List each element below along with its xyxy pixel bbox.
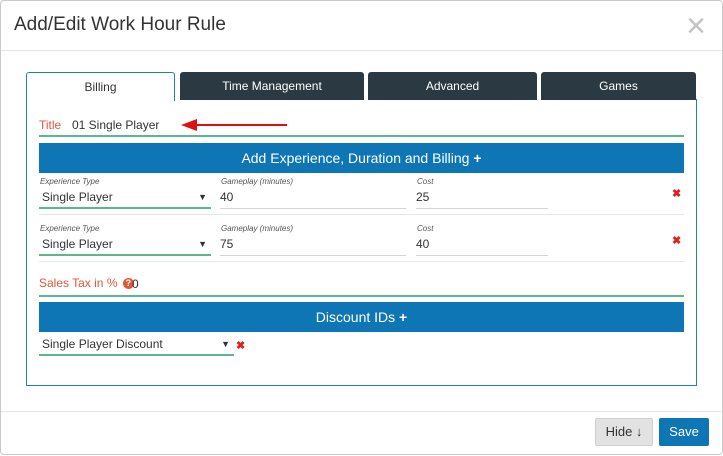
modal-title: Add/Edit Work Hour Rule	[14, 14, 226, 35]
experience-type-select[interactable]: Single Player ▼	[39, 234, 211, 256]
sales-tax-input[interactable]: 0	[132, 277, 139, 291]
discount-ids-label: Discount IDs	[315, 309, 396, 325]
cost-label: Cost	[417, 224, 434, 233]
work-hour-rule-modal: Add/Edit Work Hour Rule × Billing Time M…	[0, 0, 723, 455]
experience-type-value: Single Player	[42, 237, 113, 251]
tab-advanced[interactable]: Advanced	[368, 72, 537, 100]
add-experience-button[interactable]: Add Experience, Duration and Billing +	[39, 143, 684, 173]
modal-header: Add/Edit Work Hour Rule ×	[1, 1, 722, 51]
red-arrow-annotation	[181, 119, 287, 131]
save-button[interactable]: Save	[659, 418, 709, 446]
experience-type-select[interactable]: Single Player ▼	[39, 187, 211, 209]
cost-input[interactable]: 40	[416, 234, 548, 256]
close-icon[interactable]: ×	[686, 9, 706, 43]
chevron-down-icon: ▼	[198, 239, 207, 249]
chevron-down-icon: ▼	[221, 339, 230, 349]
cost-input[interactable]: 25	[416, 187, 548, 209]
tab-time-management[interactable]: Time Management	[180, 72, 364, 100]
experience-type-label: Experience Type	[40, 177, 100, 186]
row-divider	[39, 261, 684, 262]
experience-type-label: Experience Type	[40, 224, 100, 233]
row-divider	[39, 214, 684, 215]
sales-tax-label: Sales Tax in % ?	[39, 276, 134, 290]
title-input[interactable]: 01 Single Player	[72, 118, 159, 132]
plus-icon: +	[473, 150, 482, 166]
sales-tax-label-text: Sales Tax in %	[39, 276, 118, 290]
gameplay-label: Gameplay (minutes)	[221, 224, 294, 233]
plus-icon: +	[399, 309, 408, 325]
gameplay-input[interactable]: 75	[220, 234, 406, 256]
discount-select[interactable]: Single Player Discount ▼	[39, 334, 234, 356]
delete-row-icon[interactable]: ✖	[672, 234, 681, 247]
tab-games[interactable]: Games	[541, 72, 696, 100]
discount-value: Single Player Discount	[42, 337, 163, 351]
hide-button[interactable]: Hide ↓	[595, 418, 653, 446]
gameplay-input[interactable]: 40	[220, 187, 406, 209]
title-field[interactable]: Title 01 Single Player	[39, 115, 684, 137]
tab-billing[interactable]: Billing	[26, 72, 175, 101]
sales-tax-field[interactable]: Sales Tax in % ? 0	[39, 275, 684, 297]
cost-label: Cost	[417, 177, 434, 186]
gameplay-label: Gameplay (minutes)	[221, 177, 294, 186]
add-experience-label: Add Experience, Duration and Billing	[241, 150, 470, 166]
experience-type-value: Single Player	[42, 190, 113, 204]
delete-discount-icon[interactable]: ✖	[236, 339, 245, 352]
add-discount-button[interactable]: Discount IDs +	[39, 302, 684, 332]
delete-row-icon[interactable]: ✖	[672, 187, 681, 200]
title-label: Title	[39, 118, 62, 132]
chevron-down-icon: ▼	[198, 192, 207, 202]
